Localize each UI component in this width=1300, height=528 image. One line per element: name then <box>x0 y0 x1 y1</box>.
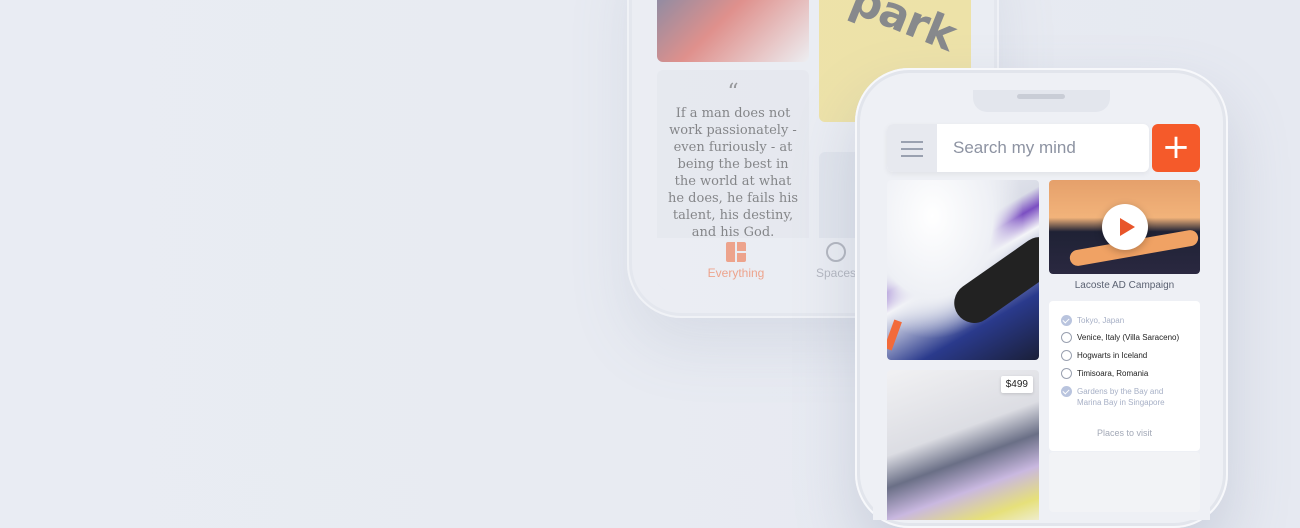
nav-tab-everything-label: Everything <box>707 266 765 280</box>
front-phone: + Lacoste AD Campaign Tokyo, Japan Venic… <box>855 68 1228 528</box>
checkbox-icon[interactable] <box>1061 350 1072 361</box>
list-item-label: Venice, Italy (Villa Saraceno) <box>1077 333 1180 342</box>
park-text: park <box>843 0 963 62</box>
list-item-label: Gardens by the Bay and Marina Bay in Sin… <box>1077 387 1165 407</box>
search-input[interactable] <box>939 124 1144 172</box>
video-caption: Lacoste AD Campaign <box>1074 280 1175 291</box>
grid-icon <box>726 242 746 262</box>
shoe-accent <box>887 319 902 351</box>
play-button[interactable] <box>1102 204 1148 250</box>
price-tag: $499 <box>1000 376 1033 393</box>
jacket-image-card[interactable] <box>657 0 809 62</box>
list-caption: Places to visit <box>1096 428 1153 438</box>
checkbox-icon[interactable] <box>1061 368 1072 379</box>
list-item-label: Hogwarts in Iceland <box>1077 351 1148 360</box>
quote-open-mark: “ <box>727 80 739 105</box>
hamburger-icon-line <box>901 155 923 157</box>
hamburger-icon <box>901 141 923 143</box>
shoe-detail <box>946 229 1039 331</box>
front-phone-screen: + Lacoste AD Campaign Tokyo, Japan Venic… <box>873 90 1210 520</box>
menu-button[interactable] <box>887 124 937 172</box>
nav-tab-everything[interactable]: Everything <box>691 242 781 280</box>
checkbox-icon[interactable] <box>1061 332 1072 343</box>
search-bar <box>887 124 1149 172</box>
video-card[interactable] <box>1049 180 1200 274</box>
speaker-grille <box>1017 94 1065 99</box>
play-icon <box>1120 218 1135 236</box>
list-item-label: Tokyo, Japan <box>1077 316 1125 325</box>
checked-checkbox-icon[interactable] <box>1061 315 1072 326</box>
quote-text: If a man does not work passionately - ev… <box>667 106 799 240</box>
card-stub[interactable] <box>1049 452 1200 512</box>
product-image-card[interactable]: $499 <box>887 370 1039 520</box>
list-item-label: Timisoara, Romania <box>1077 369 1149 378</box>
shoe-image-card[interactable] <box>887 180 1039 360</box>
phone-notch <box>973 90 1110 112</box>
nav-tab-spaces-label: Spaces <box>815 266 857 280</box>
add-button[interactable]: + <box>1152 124 1200 172</box>
hamburger-icon-line <box>901 148 923 150</box>
checked-checkbox-icon[interactable] <box>1061 386 1072 397</box>
circle-icon <box>826 242 846 262</box>
